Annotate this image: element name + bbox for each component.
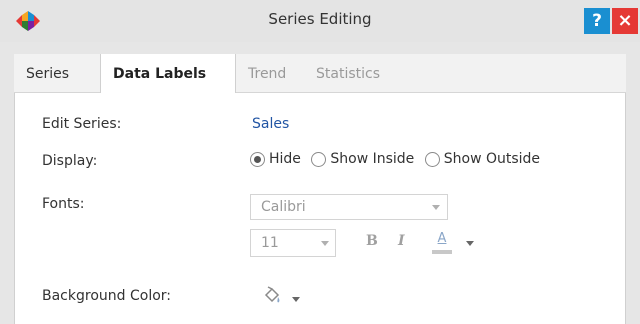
close-button[interactable]: × [612,8,638,34]
font-color-swatch [432,250,452,254]
font-family-value: Calibri [261,199,306,215]
background-color-dropdown-icon[interactable] [292,297,300,302]
tab-series[interactable]: Series [14,54,100,92]
display-radio-group: Hide Show Inside Show Outside [250,151,546,173]
radio-show-outside[interactable]: Show Outside [424,151,540,167]
font-family-select[interactable]: Calibri [250,194,448,220]
radio-show-outside-label[interactable]: Show Outside [444,151,540,167]
chevron-down-icon [321,241,329,246]
font-size-value: 11 [261,235,279,251]
bold-button[interactable]: B [366,233,378,249]
series-editing-dialog: Series Editing ? × Series Data Labels Tr… [0,0,640,324]
dialog-body [14,54,626,324]
radio-hide-label[interactable]: Hide [269,151,301,167]
background-color-label: Background Color: [42,288,171,304]
tab-trend: Trend [248,66,287,82]
help-button[interactable]: ? [584,8,610,34]
radio-hide-indicator[interactable] [250,151,265,167]
radio-show-inside-label[interactable]: Show Inside [330,151,414,167]
edit-series-link[interactable]: Sales [252,116,289,132]
font-color-button[interactable]: A [430,231,454,255]
tab-data-labels[interactable]: Data Labels [100,54,236,93]
font-size-select[interactable]: 11 [250,229,336,257]
font-color-label: A [437,231,447,246]
font-color-dropdown-icon[interactable] [466,241,474,246]
edit-series-label: Edit Series: [42,116,122,132]
radio-show-inside-indicator[interactable] [311,151,327,167]
radio-show-inside[interactable]: Show Inside [311,151,414,167]
display-label: Display: [42,153,98,169]
italic-button[interactable]: I [398,233,405,249]
radio-hide[interactable]: Hide [250,151,301,167]
paint-bucket-icon[interactable] [262,286,282,306]
tab-bar: Series Data Labels Trend Statistics [14,54,626,93]
dialog-title: Series Editing [268,10,372,28]
fonts-label: Fonts: [42,196,85,212]
title-bar[interactable]: Series Editing ? × [0,0,640,42]
tab-statistics: Statistics [316,66,380,82]
chevron-down-icon [432,205,440,210]
radio-show-outside-indicator[interactable] [424,151,440,167]
